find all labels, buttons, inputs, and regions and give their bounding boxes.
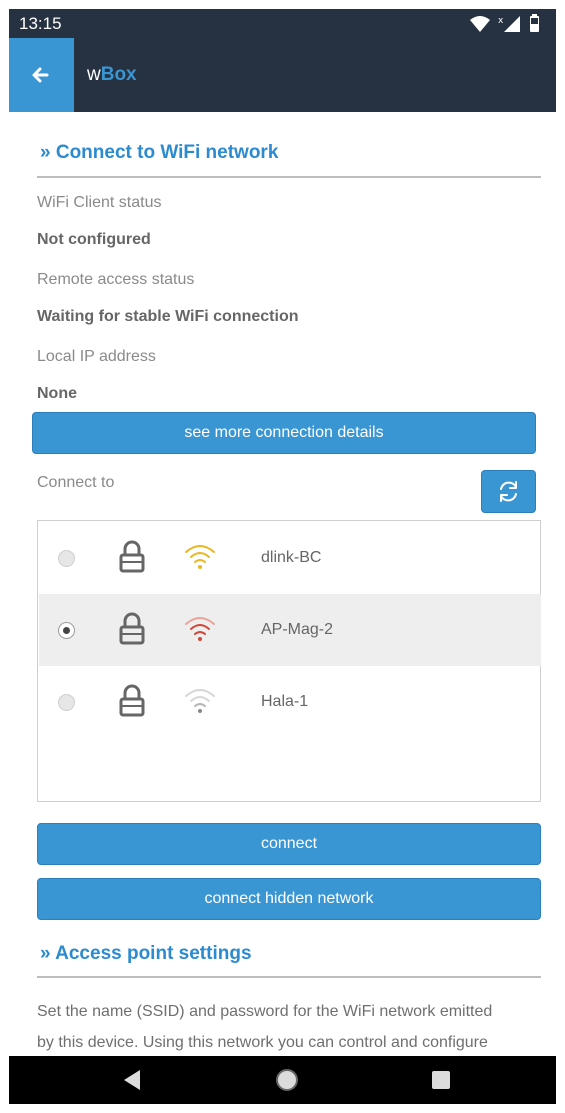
svg-text:x: x [483, 26, 488, 34]
ap-description-line2: by this device. Using this network you c… [37, 1034, 488, 1051]
connect-hidden-network-button[interactable]: connect hidden network [37, 878, 541, 920]
network-row[interactable]: AP-Mag-2 [39, 594, 541, 666]
refresh-button[interactable] [481, 470, 536, 513]
ap-section-divider [37, 976, 541, 978]
lock-icon [119, 540, 145, 573]
lock-icon [119, 684, 145, 717]
app-bar: wBox [9, 38, 556, 112]
network-radio[interactable] [58, 550, 75, 567]
nav-back-icon[interactable] [124, 1070, 140, 1090]
nav-home-icon[interactable] [276, 1069, 298, 1091]
network-ssid: dlink-BC [261, 549, 322, 566]
wifi-signal-icon [185, 689, 215, 713]
system-nav-bar [9, 1056, 556, 1104]
battery-icon [530, 14, 539, 32]
ap-section-title: » Access point settings [40, 943, 252, 964]
network-radio-selected[interactable] [58, 622, 75, 639]
see-more-details-button[interactable]: see more connection details [32, 412, 536, 454]
arrow-left-icon [32, 67, 49, 83]
status-bar: 13:15 x x [9, 9, 556, 38]
network-ssid: AP-Mag-2 [261, 621, 334, 638]
lock-icon [119, 612, 145, 645]
local-ip-label: Local IP address [37, 348, 156, 365]
connect-button[interactable]: connect [37, 823, 541, 865]
cell-signal-icon: x [498, 16, 520, 32]
status-icons-svg: x x [470, 14, 539, 35]
refresh-icon [500, 481, 517, 502]
app-title-brand: Box [100, 64, 137, 85]
phone-screen: 13:15 x x wBox » Connect to WiFi network… [9, 9, 556, 1104]
back-button[interactable] [9, 38, 74, 112]
wifi-status-icon: x [470, 16, 490, 35]
network-ssid: Hala-1 [261, 693, 309, 710]
wifi-section-title: » Connect to WiFi network [40, 142, 279, 163]
remote-access-status-label: Remote access status [37, 271, 195, 288]
wifi-signal-icon [185, 545, 215, 569]
nav-buttons [124, 1069, 450, 1091]
svg-text:x: x [498, 16, 504, 26]
connect-to-label: Connect to [37, 474, 115, 491]
wifi-signal-icon [185, 617, 215, 641]
app-title: wBox [87, 64, 137, 86]
network-radio[interactable] [58, 694, 75, 711]
app-title-prefix: w [87, 64, 101, 85]
remote-access-status-value: Waiting for stable WiFi connection [37, 308, 299, 325]
status-icons: x x [466, 14, 546, 35]
wifi-section-divider [37, 176, 541, 178]
wifi-client-status-label: WiFi Client status [37, 194, 162, 211]
ap-description-line1: Set the name (SSID) and password for the… [37, 1003, 493, 1020]
nav-recents-icon[interactable] [432, 1071, 450, 1089]
wifi-client-status-value: Not configured [37, 231, 151, 248]
network-list[interactable]: dlink-BC AP-Mag-2 Hala-1 [37, 520, 541, 802]
network-row[interactable]: Hala-1 [39, 666, 541, 738]
network-row[interactable]: dlink-BC [39, 522, 541, 594]
local-ip-value: None [37, 385, 77, 402]
status-time: 13:15 [19, 14, 62, 33]
